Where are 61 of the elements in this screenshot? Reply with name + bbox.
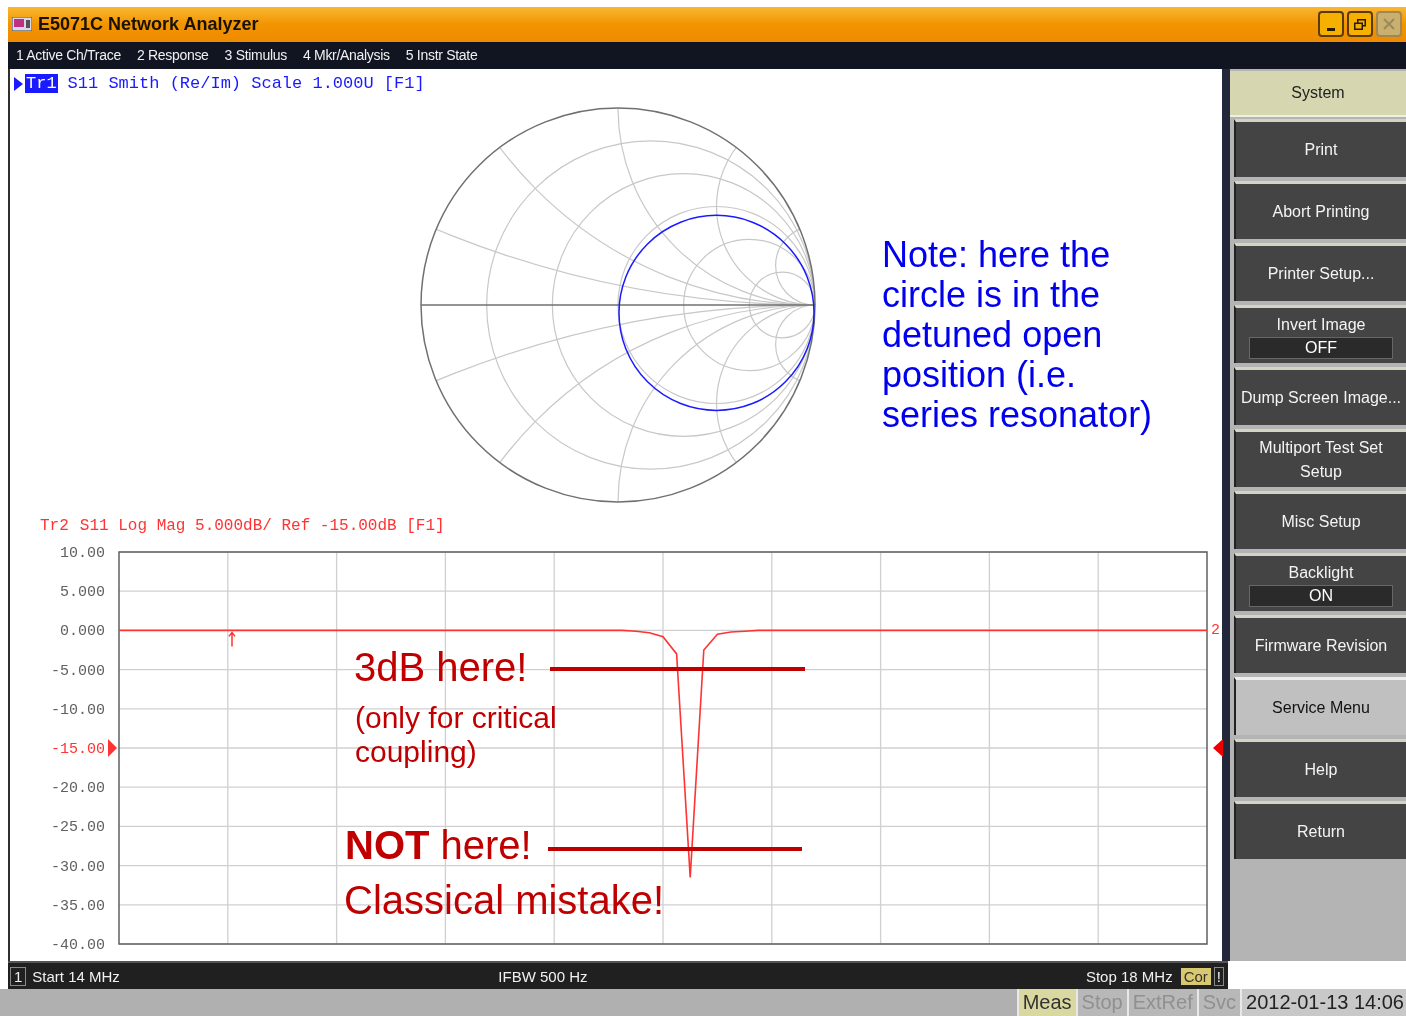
y-tick-label: -25.00 — [51, 819, 105, 837]
softkey-button[interactable]: Multiport Test Set Setup — [1234, 429, 1406, 488]
y-tick-label: -15.00 — [51, 741, 105, 759]
menu-item[interactable]: 1 Active Ch/Trace — [16, 47, 121, 64]
warning-indicator: ! — [1213, 966, 1224, 986]
y-tick-label: 10.00 — [60, 545, 105, 563]
restore-button[interactable] — [1347, 11, 1373, 38]
y-tick-label: 0.000 — [60, 623, 105, 641]
ifbw-label: IFBW 500 Hz — [497, 967, 589, 985]
softkey-button[interactable]: Backlight ON — [1234, 553, 1406, 612]
menu-item[interactable]: 5 Instr State — [405, 47, 478, 64]
trace-number: 2 — [1211, 622, 1220, 640]
channel-number: 1 — [10, 966, 27, 986]
trace-description: S11 Smith (Re/Im) Scale 1.000U [F1] — [67, 74, 425, 94]
correction-indicator: Cor — [1180, 967, 1211, 985]
softkey-menu-title: System — [1230, 71, 1406, 118]
y-tick-label: -20.00 — [51, 780, 105, 798]
annotation-note: Classical mistake! — [344, 883, 665, 918]
active-trace-icon — [14, 76, 23, 91]
y-tick-label: -10.00 — [51, 702, 105, 720]
softkey-label: Invert Image — [1276, 314, 1366, 335]
reference-level-icon[interactable] — [108, 739, 117, 758]
restore-icon — [1354, 18, 1366, 30]
softkey-value: ON — [1249, 584, 1393, 607]
y-tick-label: 5.000 — [60, 584, 105, 602]
date-time: 2012-01-13 14:06 — [1240, 989, 1406, 1016]
softkey-button[interactable]: Print — [1234, 119, 1406, 178]
minimize-icon — [1327, 27, 1335, 31]
window-title: E5071C Network Analyzer — [38, 13, 260, 35]
close-icon — [1383, 18, 1395, 31]
app-icon — [12, 17, 32, 32]
y-tick-label: -35.00 — [51, 898, 105, 916]
stop-frequency: Stop 18 MHz — [1085, 967, 1173, 985]
softkey-button[interactable]: Help — [1234, 739, 1406, 798]
y-tick-label: -40.00 — [51, 937, 105, 955]
softkey-button[interactable]: Printer Setup... — [1234, 243, 1406, 302]
softkey-button[interactable]: Firmware Revision — [1234, 615, 1406, 674]
marker-icon — [228, 631, 236, 648]
menu-item[interactable]: 2 Response — [136, 47, 209, 64]
softkey-button[interactable]: Misc Setup — [1234, 491, 1406, 550]
annotation-note: (only for critical coupling) — [355, 701, 558, 770]
menu-item[interactable]: 3 Stimulus — [224, 47, 287, 64]
softkey-button[interactable]: Return — [1234, 801, 1406, 860]
menu-item[interactable]: 4 Mkr/Analysis — [302, 47, 390, 64]
softkey-button[interactable]: Service Menu — [1234, 677, 1406, 736]
softkey-value: OFF — [1249, 336, 1393, 359]
trace-label[interactable]: Tr2 — [39, 517, 70, 536]
trace-description: S11 Log Mag 5.000dB/ Ref -15.00dB [F1] — [79, 517, 445, 536]
trace-label[interactable]: Tr1 — [25, 74, 58, 94]
y-tick-label: -5.000 — [51, 662, 105, 680]
annotation-text: 3dB here! — [354, 645, 528, 690]
start-frequency: Start 14 MHz — [32, 967, 120, 985]
minimize-button[interactable] — [1318, 11, 1344, 38]
softkey-button[interactable]: Abort Printing — [1234, 181, 1406, 240]
instrument-indicator: Meas — [1016, 989, 1076, 1016]
softkey-label: Backlight — [1288, 562, 1354, 583]
y-tick-label: -30.00 — [51, 858, 105, 876]
softkey-button[interactable]: Dump Screen Image... — [1234, 367, 1406, 426]
annotation-note: Note: here the circle is in the detuned open position (i.e. series resonator) — [882, 235, 1154, 436]
softkey-button[interactable]: Invert Image OFF — [1234, 305, 1406, 364]
annotation-text: NOT here! — [345, 823, 532, 868]
